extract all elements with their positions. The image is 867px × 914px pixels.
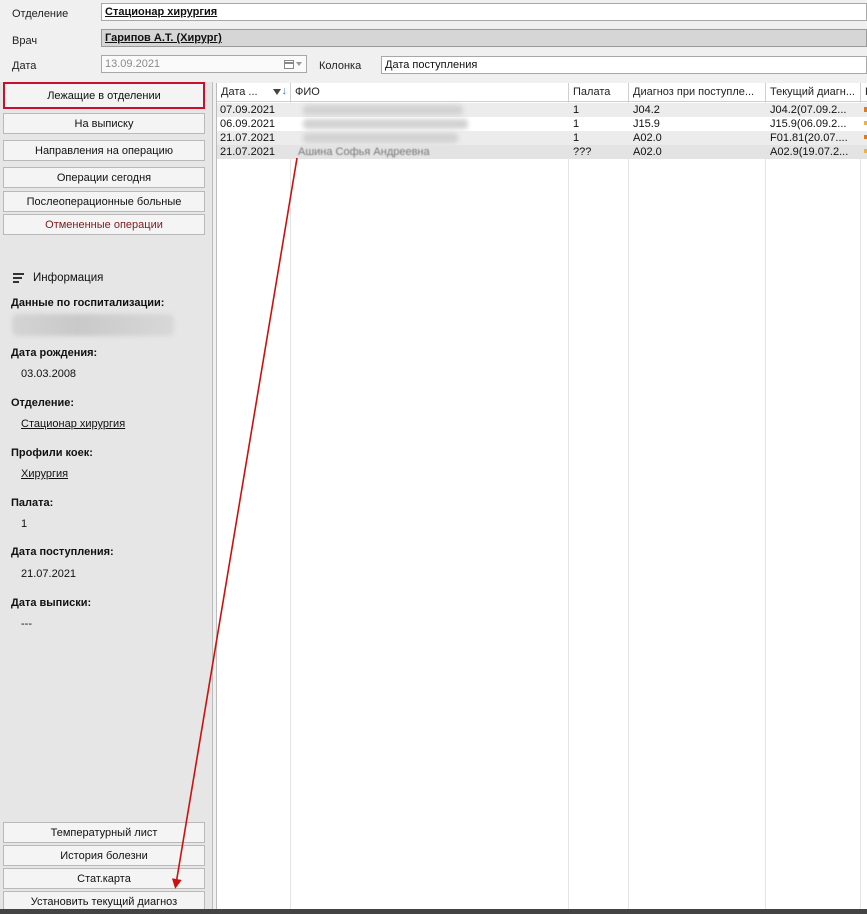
table-row[interactable]: 21.07.2021 Ашина Софья Андреевна ??? A02… <box>217 145 867 159</box>
column-header-extra[interactable]: Н <box>861 83 867 102</box>
discharge-date-label: Дата выписки: <box>11 597 92 609</box>
discharge-date-value: --- <box>21 618 32 630</box>
info-department-link[interactable]: Стационар хирургия <box>21 418 125 430</box>
department-field[interactable]: Стационар хирургия <box>101 3 867 21</box>
cell-admission-diagnosis: J15.9 <box>633 118 660 130</box>
cell-date: 06.09.2021 <box>220 118 276 130</box>
ward-value: 1 <box>21 518 28 530</box>
cell-admission-diagnosis: A02.0 <box>633 132 662 144</box>
cell-ward: 1 <box>573 104 580 116</box>
info-department-label: Отделение: <box>11 397 75 409</box>
temperature-sheet-button[interactable]: Температурный лист <box>3 822 205 843</box>
cell-date: 07.09.2021 <box>220 104 276 116</box>
column-header-date-label: Дата ... <box>221 86 258 98</box>
column-header-date[interactable]: Дата ... ↓ <box>217 83 291 102</box>
table-row[interactable]: 06.09.2021 1 J15.9 J15.9(06.09.2... <box>217 117 867 131</box>
today-operations-button[interactable]: Операции сегодня <box>3 167 205 188</box>
patients-grid[interactable]: Дата ... ↓ ФИО Палата Диагноз при поступ… <box>216 83 867 909</box>
cell-fio-redacted <box>303 133 458 143</box>
column-field[interactable]: Дата поступления <box>381 56 867 74</box>
column-label: Колонка <box>319 60 362 72</box>
medical-history-button[interactable]: История болезни <box>3 845 205 866</box>
cell-ward: ??? <box>573 146 592 158</box>
calendar-dropdown-button[interactable] <box>282 57 304 71</box>
filter-sort-icon[interactable]: ↓ <box>272 85 288 97</box>
cancelled-operations-button[interactable]: Отмененные операции <box>3 214 205 235</box>
column-header-ward[interactable]: Палата <box>569 83 629 102</box>
table-row[interactable]: 21.07.2021 1 A02.0 F01.81(20.07.... <box>217 131 867 145</box>
bottom-strip <box>0 909 867 914</box>
cell-date: 21.07.2021 <box>220 146 276 158</box>
cell-date: 21.07.2021 <box>220 132 276 144</box>
cell-fio: Ашина Софья Андреевна <box>298 146 430 158</box>
info-title: Информация <box>33 272 104 284</box>
cell-current-diagnosis: F01.81(20.07.... <box>770 132 848 144</box>
ward-label: Палата: <box>11 497 54 509</box>
birth-date-value: 03.03.2008 <box>21 368 77 380</box>
admission-date-value: 21.07.2021 <box>21 568 77 580</box>
cell-fio-redacted <box>303 119 468 129</box>
doctor-field[interactable]: Гарипов А.Т. (Хирург) <box>101 29 867 47</box>
admission-date-label: Дата поступления: <box>11 546 114 558</box>
chevron-down-icon <box>296 62 302 66</box>
operation-directions-button[interactable]: Направления на операцию <box>3 140 205 161</box>
cell-ward: 1 <box>573 132 580 144</box>
cell-current-diagnosis: A02.9(19.07.2... <box>770 146 849 158</box>
cell-admission-diagnosis: J04.2 <box>633 104 660 116</box>
bed-profile-label: Профили коек: <box>11 447 93 459</box>
column-header-current-diagnosis[interactable]: Текущий диагн... <box>766 83 861 102</box>
table-row[interactable]: 07.09.2021 1 J04.2 J04.2(07.09.2... <box>217 103 867 117</box>
calendar-icon <box>284 59 294 69</box>
cell-admission-diagnosis: A02.0 <box>633 146 662 158</box>
birth-date-label: Дата рождения: <box>11 347 98 359</box>
notes-icon <box>12 272 25 284</box>
discharge-button[interactable]: На выписку <box>3 113 205 134</box>
cell-fio-redacted <box>303 105 463 115</box>
cell-ward: 1 <box>573 118 580 130</box>
filter-icon <box>272 88 281 95</box>
lying-in-department-button[interactable]: Лежащие в отделении <box>3 82 205 109</box>
info-header: Информация <box>12 272 103 284</box>
column-header-admission-diagnosis[interactable]: Диагноз при поступле... <box>629 83 766 102</box>
postoperative-patients-button[interactable]: Послеоперационные больные <box>3 191 205 212</box>
department-label: Отделение <box>12 8 69 20</box>
sort-desc-icon: ↓ <box>281 85 288 97</box>
hospitalization-value-redacted <box>12 314 174 336</box>
date-label: Дата <box>12 60 37 72</box>
date-value: 13.09.2021 <box>105 58 161 70</box>
hospitalization-label: Данные по госпитализации: <box>11 297 165 309</box>
cell-current-diagnosis: J04.2(07.09.2... <box>770 104 847 116</box>
doctor-label: Врач <box>12 35 38 47</box>
stat-card-button[interactable]: Стат.карта <box>3 868 205 889</box>
cell-current-diagnosis: J15.9(06.09.2... <box>770 118 847 130</box>
date-field[interactable]: 13.09.2021 <box>101 55 307 73</box>
column-header-fio[interactable]: ФИО <box>291 83 569 102</box>
bed-profile-link[interactable]: Хирургия <box>21 468 68 480</box>
